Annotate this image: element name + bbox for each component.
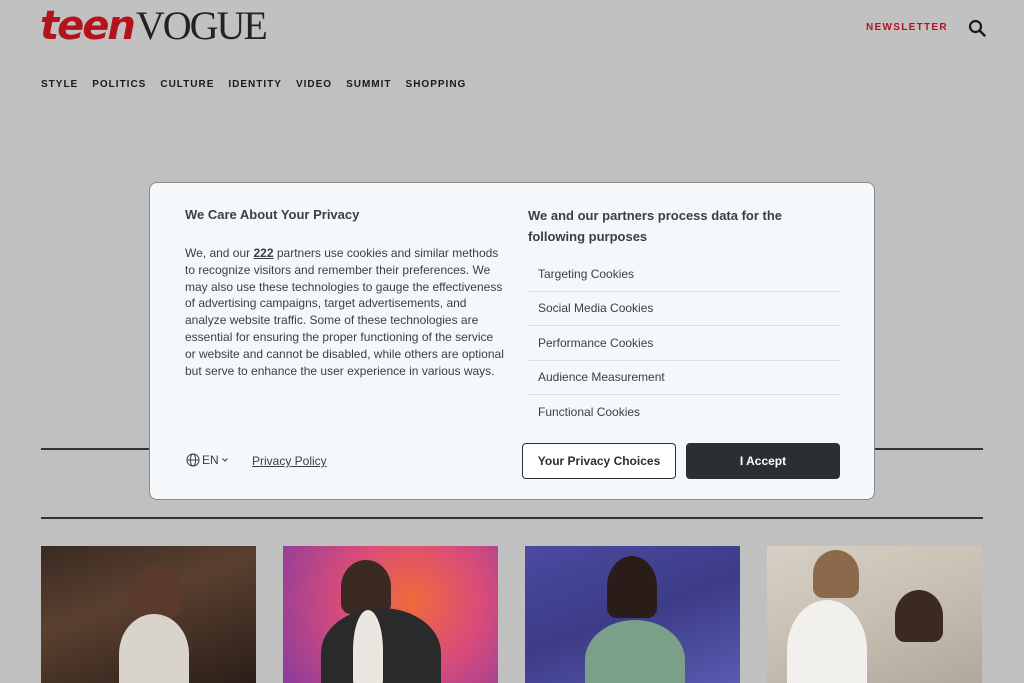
newsletter-link[interactable]: NEWSLETTER	[866, 22, 948, 33]
nav-item-identity[interactable]: IDENTITY	[228, 79, 282, 90]
story-card-image[interactable]	[41, 546, 256, 683]
main-nav: STYLE POLITICS CULTURE IDENTITY VIDEO SU…	[41, 79, 466, 90]
purpose-social-media-cookies[interactable]: Social Media Cookies	[528, 292, 840, 326]
purposes-heading: We and our partners process data for the…	[528, 208, 783, 244]
search-icon[interactable]	[968, 19, 986, 37]
privacy-consent-dialog: We Care About Your Privacy We, and our 2…	[149, 182, 875, 500]
teen-vogue-logo[interactable]: teen VOGUE	[40, 3, 268, 49]
story-card-image[interactable]	[283, 546, 498, 683]
consent-title: We Care About Your Privacy	[185, 207, 360, 222]
privacy-choices-button[interactable]: Your Privacy Choices	[522, 443, 676, 479]
consent-description: We, and our 222 partners use cookies and…	[185, 245, 505, 379]
story-card-image[interactable]	[767, 546, 982, 683]
globe-icon	[186, 453, 200, 467]
purpose-functional-cookies[interactable]: Functional Cookies	[528, 395, 840, 430]
consent-body-prefix: We, and our	[185, 246, 254, 260]
language-selector[interactable]: EN	[186, 453, 229, 467]
nav-item-shopping[interactable]: SHOPPING	[406, 79, 467, 90]
accept-button[interactable]: I Accept	[686, 443, 840, 479]
language-label: EN	[202, 453, 219, 467]
site-header: teen VOGUE NEWSLETTER	[0, 0, 1024, 54]
purpose-targeting-cookies[interactable]: Targeting Cookies	[528, 257, 840, 292]
section-divider-bottom	[41, 517, 983, 519]
purposes-list: Targeting Cookies Social Media Cookies P…	[528, 257, 840, 430]
nav-item-summit[interactable]: SUMMIT	[346, 79, 391, 90]
nav-item-video[interactable]: VIDEO	[296, 79, 332, 90]
nav-item-politics[interactable]: POLITICS	[92, 79, 146, 90]
logo-vogue-text: VOGUE	[135, 3, 268, 48]
nav-item-style[interactable]: STYLE	[41, 79, 78, 90]
purpose-audience-measurement[interactable]: Audience Measurement	[528, 361, 840, 395]
logo-teen-text: teen	[40, 3, 136, 49]
partner-count-link[interactable]: 222	[253, 246, 273, 260]
purpose-performance-cookies[interactable]: Performance Cookies	[528, 326, 840, 361]
story-cards	[41, 546, 983, 683]
nav-item-culture[interactable]: CULTURE	[160, 79, 214, 90]
privacy-policy-link[interactable]: Privacy Policy	[252, 454, 327, 468]
story-card-image[interactable]	[525, 546, 740, 683]
consent-body-suffix: partners use cookies and similar methods…	[185, 246, 504, 378]
chevron-down-icon	[221, 458, 228, 462]
